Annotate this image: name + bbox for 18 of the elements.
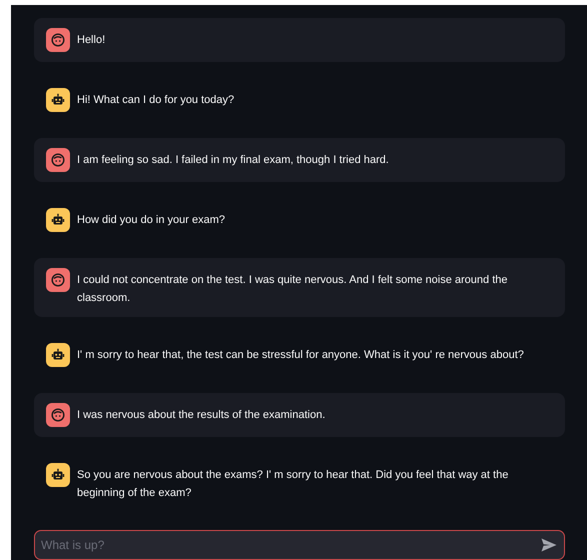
chat-input[interactable]: What is up? xyxy=(34,530,565,560)
message-text: Hi! What can I do for you today? xyxy=(77,93,234,108)
message-text: I was nervous about the results of the examination. xyxy=(77,408,326,423)
message-text: How did you do in your exam? xyxy=(77,213,225,228)
face-icon xyxy=(51,408,65,422)
send-icon[interactable] xyxy=(541,538,557,552)
face-icon xyxy=(51,153,65,167)
face-icon xyxy=(51,33,65,47)
robot-icon xyxy=(51,93,65,107)
message-text: I could not concentrate on the test. I was quite nervous. And I felt some noise around the classroom. xyxy=(77,273,508,306)
robot-icon xyxy=(51,348,65,362)
robot-icon xyxy=(51,468,65,482)
message-text: Hello! xyxy=(77,33,106,48)
face-icon xyxy=(51,273,65,287)
message-text: I' m sorry to hear that, the test can be stressful for anyone. What is it you' re nervous about? xyxy=(77,348,524,363)
message-text: So you are nervous about the exams? I' m sorry to hear that. Did you feel that way at the beginning of the exam? xyxy=(77,468,510,501)
message-text: I am feeling so sad. I failed in my final exam, though I tried hard. xyxy=(77,153,389,168)
robot-icon xyxy=(51,213,65,227)
